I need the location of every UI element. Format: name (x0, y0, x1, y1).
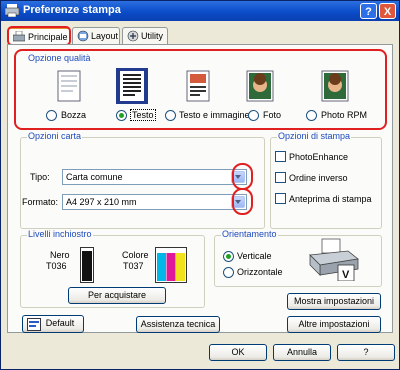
quality-radio-testo-immagine[interactable] (165, 110, 176, 121)
cancel-button[interactable]: Annulla (273, 344, 331, 361)
tech-support-label: Assistenza tecnica (140, 319, 216, 329)
black-ink-cartridge-icon (80, 247, 94, 283)
show-settings-label: Mostra impostazioni (293, 296, 375, 306)
quality-radio-foto[interactable] (248, 110, 259, 121)
reverse-order-label: Ordine inverso (289, 173, 348, 183)
paper-format-label: Formato: (22, 197, 59, 207)
quality-group-title: Opzione qualità (28, 53, 91, 63)
draft-document-icon (57, 70, 81, 102)
tab-utility[interactable]: Utility (122, 27, 168, 45)
paper-format-value: A4 297 x 210 mm (66, 197, 137, 207)
buy-ink-button[interactable]: Per acquistare (68, 287, 166, 304)
tab-label: Utility (141, 31, 163, 41)
ok-label: OK (231, 347, 245, 357)
default-settings-icon (27, 318, 41, 331)
tab-label: Layout (91, 31, 119, 41)
other-settings-button[interactable]: Altre impostazioni (287, 316, 381, 333)
svg-text:V: V (342, 269, 350, 281)
tab-layout[interactable]: Layout (72, 27, 120, 45)
quality-label-testo-immagine: Testo e immagine (179, 110, 250, 120)
color-ink-cartridge-icon (155, 247, 187, 283)
ok-button[interactable]: OK (209, 344, 267, 361)
quality-label-photo-rpm: Photo RPM (321, 110, 368, 120)
tech-support-button[interactable]: Assistenza tecnica (136, 316, 220, 333)
default-button[interactable]: Default (22, 315, 84, 333)
text-document-icon (116, 68, 148, 104)
paper-options-title: Opzioni carta (27, 131, 83, 141)
black-ink-label: Nero (50, 250, 70, 260)
orientation-title: Orientamento (221, 229, 278, 239)
quality-label-testo: Testo (130, 109, 156, 121)
default-label: Default (45, 318, 75, 328)
print-options-title: Opzioni di stampa (277, 131, 352, 141)
principale-panel: Opzione qualità Bozza Testo Testo e imma… (7, 44, 393, 333)
printer-icon (5, 4, 19, 17)
paper-type-value: Carta comune (66, 172, 123, 182)
photo-rpm-icon (321, 70, 349, 102)
printer-orientation-icon: V (309, 238, 359, 281)
cancel-label: Annulla (286, 347, 318, 357)
utility-icon (127, 30, 139, 42)
window-title: Preferenze stampa (23, 4, 121, 16)
quality-label-bozza: Bozza (61, 110, 87, 120)
quality-radio-photo-rpm[interactable] (306, 110, 317, 121)
layout-icon (77, 30, 89, 42)
title-bar: Preferenze stampa ? X (1, 1, 399, 21)
help-button[interactable]: ? (337, 344, 395, 361)
help-label: ? (363, 347, 369, 357)
paper-type-label: Tipo: (30, 172, 50, 182)
quality-radio-testo[interactable] (116, 110, 127, 121)
print-options-group: Opzioni di stampa (270, 131, 382, 229)
color-ink-code: T037 (123, 261, 144, 271)
black-ink-code: T036 (46, 261, 67, 271)
print-preview-checkbox[interactable] (275, 193, 286, 204)
quality-label-foto: Foto (263, 110, 282, 120)
portrait-radio[interactable] (223, 251, 234, 262)
text-image-document-icon (186, 70, 210, 102)
close-button[interactable]: X (379, 3, 396, 19)
type-dropdown-highlight (232, 163, 253, 190)
other-settings-label: Altre impostazioni (298, 319, 370, 329)
help-title-button[interactable]: ? (360, 3, 377, 19)
color-ink-label: Colore (122, 250, 149, 260)
photo-icon (246, 70, 274, 102)
paper-format-select[interactable]: A4 297 x 210 mm (62, 194, 247, 210)
buy-ink-label: Per acquistare (87, 290, 147, 300)
format-dropdown-highlight (232, 188, 253, 215)
show-settings-button[interactable]: Mostra impostazioni (287, 293, 381, 310)
quality-radio-bozza[interactable] (46, 110, 57, 121)
reverse-order-checkbox[interactable] (275, 172, 286, 183)
tab-highlight (7, 26, 71, 46)
landscape-label: Orizzontale (237, 267, 283, 277)
print-preferences-window: Preferenze stampa ? X Principale Layout … (0, 0, 400, 370)
portrait-label: Verticale (237, 251, 272, 261)
print-preview-label: Anteprima di stampa (289, 194, 372, 204)
photoenhance-label: PhotoEnhance (289, 152, 349, 162)
ink-levels-title: Livelli inchiostro (27, 229, 93, 239)
landscape-radio[interactable] (223, 267, 234, 278)
photoenhance-checkbox[interactable] (275, 151, 286, 162)
paper-type-select[interactable]: Carta comune (62, 169, 247, 185)
